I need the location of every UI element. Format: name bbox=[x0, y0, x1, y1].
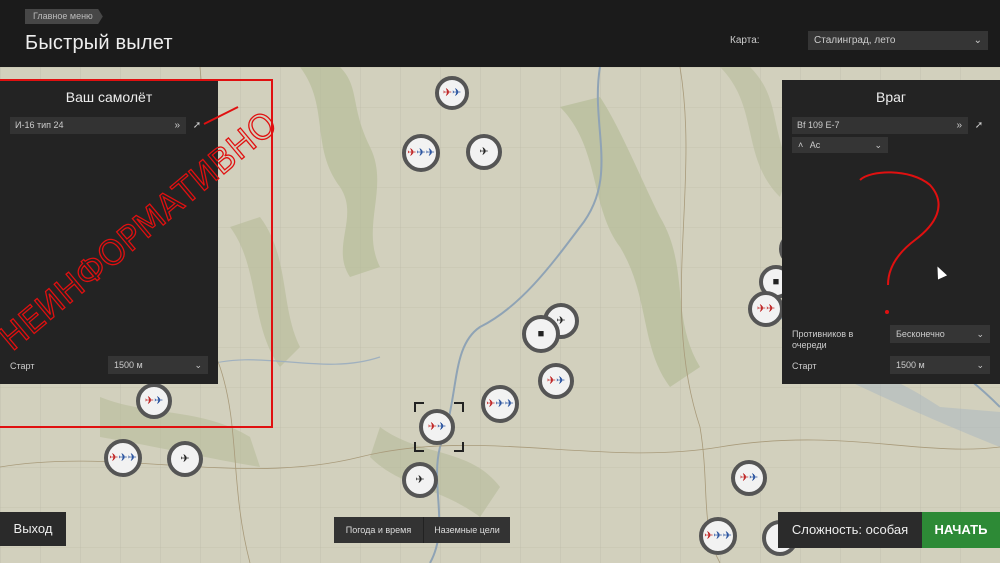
aircraft-marker[interactable]: ✈ bbox=[466, 134, 502, 170]
double-arrow-icon: » bbox=[956, 120, 962, 131]
aircraft-group-marker[interactable]: ✈ ✈✈ bbox=[402, 134, 440, 172]
player-aircraft-value: И-16 тип 24 bbox=[15, 120, 64, 130]
player-start-altitude-value: 1500 м bbox=[114, 360, 143, 370]
pin-icon[interactable]: ➚ bbox=[971, 117, 987, 134]
player-aircraft-select[interactable]: И-16 тип 24 » bbox=[10, 117, 186, 134]
aircraft-icon: ✈ bbox=[109, 451, 119, 464]
chevron-down-icon: ⌄ bbox=[973, 35, 982, 46]
difficulty-button[interactable]: Сложность: особая bbox=[778, 512, 922, 548]
aircraft-marker[interactable]: ✈ ✈ bbox=[136, 383, 172, 419]
aircraft-icon: ✈ bbox=[556, 374, 566, 387]
selection-bracket bbox=[454, 442, 464, 452]
aircraft-marker[interactable]: ✈ bbox=[167, 441, 203, 477]
start-button[interactable]: НАЧАТЬ bbox=[922, 512, 1000, 548]
enemies-queue-value: Бесконечно bbox=[896, 329, 945, 339]
aircraft-icon: ✈ bbox=[479, 145, 489, 158]
enemies-queue-label-line2: очереди bbox=[792, 340, 827, 350]
skill-rank-icon: ˄ bbox=[798, 140, 804, 150]
enemy-start-altitude-value: 1500 м bbox=[896, 360, 925, 370]
aircraft-icon: ✈ bbox=[437, 420, 447, 433]
pin-icon[interactable]: ➚ bbox=[189, 117, 205, 134]
aircraft-group-marker[interactable]: ✈ ✈✈ bbox=[481, 385, 519, 423]
selection-bracket bbox=[414, 402, 424, 412]
selected-aircraft-marker[interactable]: ✈ ✈ bbox=[419, 409, 455, 445]
enemy-skill-select[interactable]: ˄ Ас ⌄ bbox=[792, 137, 888, 153]
enemy-aircraft-value: Bf 109 E-7 bbox=[797, 120, 840, 130]
aircraft-icon: ✈✈ bbox=[416, 146, 435, 159]
top-bar: Главное меню Быстрый вылет Карта: Сталин… bbox=[0, 0, 1000, 67]
double-arrow-icon: » bbox=[174, 120, 180, 131]
map-select-value: Сталинград, лето bbox=[814, 35, 896, 46]
aircraft-marker[interactable]: ✈ ✈ bbox=[435, 76, 469, 110]
tank-icon: ■ bbox=[537, 327, 545, 340]
aircraft-icon: ✈ bbox=[144, 394, 154, 407]
enemies-queue-select[interactable]: Бесконечно ⌄ bbox=[890, 325, 990, 343]
aircraft-marker[interactable]: ✈ bbox=[402, 462, 438, 498]
selection-bracket bbox=[414, 442, 424, 452]
enemy-skill-value: Ас bbox=[809, 140, 821, 150]
tank-icon: ■ bbox=[772, 275, 780, 288]
chevron-down-icon: ⌄ bbox=[976, 329, 984, 339]
aircraft-icon: ✈✈ bbox=[118, 451, 137, 464]
aircraft-icon: ✈ bbox=[407, 146, 417, 159]
player-aircraft-panel: Ваш самолёт И-16 тип 24 » ➚ Старт 1500 м… bbox=[0, 80, 218, 384]
player-start-altitude-select[interactable]: 1500 м ⌄ bbox=[108, 356, 208, 374]
chevron-down-icon: ⌄ bbox=[194, 360, 202, 370]
aircraft-icon: ✈✈ bbox=[495, 397, 514, 410]
aircraft-icon: ✈ bbox=[442, 86, 452, 99]
exit-button[interactable]: Выход bbox=[0, 512, 66, 546]
chevron-down-icon: ⌄ bbox=[976, 360, 984, 370]
aircraft-icon: ✈✈ bbox=[713, 529, 732, 542]
enemies-queue-label: Противников в очереди bbox=[792, 329, 853, 351]
aircraft-icon: ✈ bbox=[749, 471, 759, 484]
aircraft-icon: ✈ bbox=[546, 374, 556, 387]
tank-marker[interactable]: ■ bbox=[522, 315, 560, 353]
aircraft-group-marker[interactable]: ✈ ✈✈ bbox=[699, 517, 737, 555]
ground-targets-button[interactable]: Наземные цели bbox=[423, 517, 510, 543]
map-select[interactable]: Сталинград, лето ⌄ bbox=[808, 31, 988, 50]
aircraft-icon: ✈ bbox=[739, 471, 749, 484]
breadcrumb-main-menu[interactable]: Главное меню bbox=[25, 9, 103, 24]
player-start-label: Старт bbox=[10, 361, 35, 371]
player-panel-title: Ваш самолёт bbox=[65, 89, 153, 105]
enemy-panel: Враг Bf 109 E-7 » ➚ ˄ Ас ⌄ Противников в… bbox=[782, 80, 1000, 384]
aircraft-icon: ✈ bbox=[154, 394, 164, 407]
enemy-aircraft-select[interactable]: Bf 109 E-7 » bbox=[792, 117, 968, 134]
enemy-start-label: Старт bbox=[792, 361, 817, 371]
aircraft-group-marker[interactable]: ✈ ✈✈ bbox=[104, 439, 142, 477]
aircraft-icon: ✈ bbox=[486, 397, 496, 410]
aircraft-icon: ✈✈ bbox=[756, 302, 776, 315]
enemies-queue-label-line1: Противников в bbox=[792, 329, 854, 339]
aircraft-icon: ✈ bbox=[180, 452, 190, 465]
chevron-down-icon: ⌄ bbox=[874, 140, 882, 150]
aircraft-icon: ✈ bbox=[427, 420, 437, 433]
map-label: Карта: bbox=[730, 35, 760, 46]
aircraft-icon: ✈ bbox=[704, 529, 714, 542]
aircraft-group-marker[interactable]: ✈✈ bbox=[748, 291, 784, 327]
aircraft-icon: ✈ bbox=[452, 86, 462, 99]
enemy-panel-title: Враг bbox=[875, 89, 907, 105]
page-title: Быстрый вылет bbox=[25, 32, 173, 54]
selection-bracket bbox=[454, 402, 464, 412]
enemy-start-altitude-select[interactable]: 1500 м ⌄ bbox=[890, 356, 990, 374]
weather-time-button[interactable]: Погода и время bbox=[334, 517, 423, 543]
aircraft-marker[interactable]: ✈ ✈ bbox=[731, 460, 767, 496]
aircraft-icon: ✈ bbox=[415, 473, 425, 486]
aircraft-marker[interactable]: ✈ ✈ bbox=[538, 363, 574, 399]
